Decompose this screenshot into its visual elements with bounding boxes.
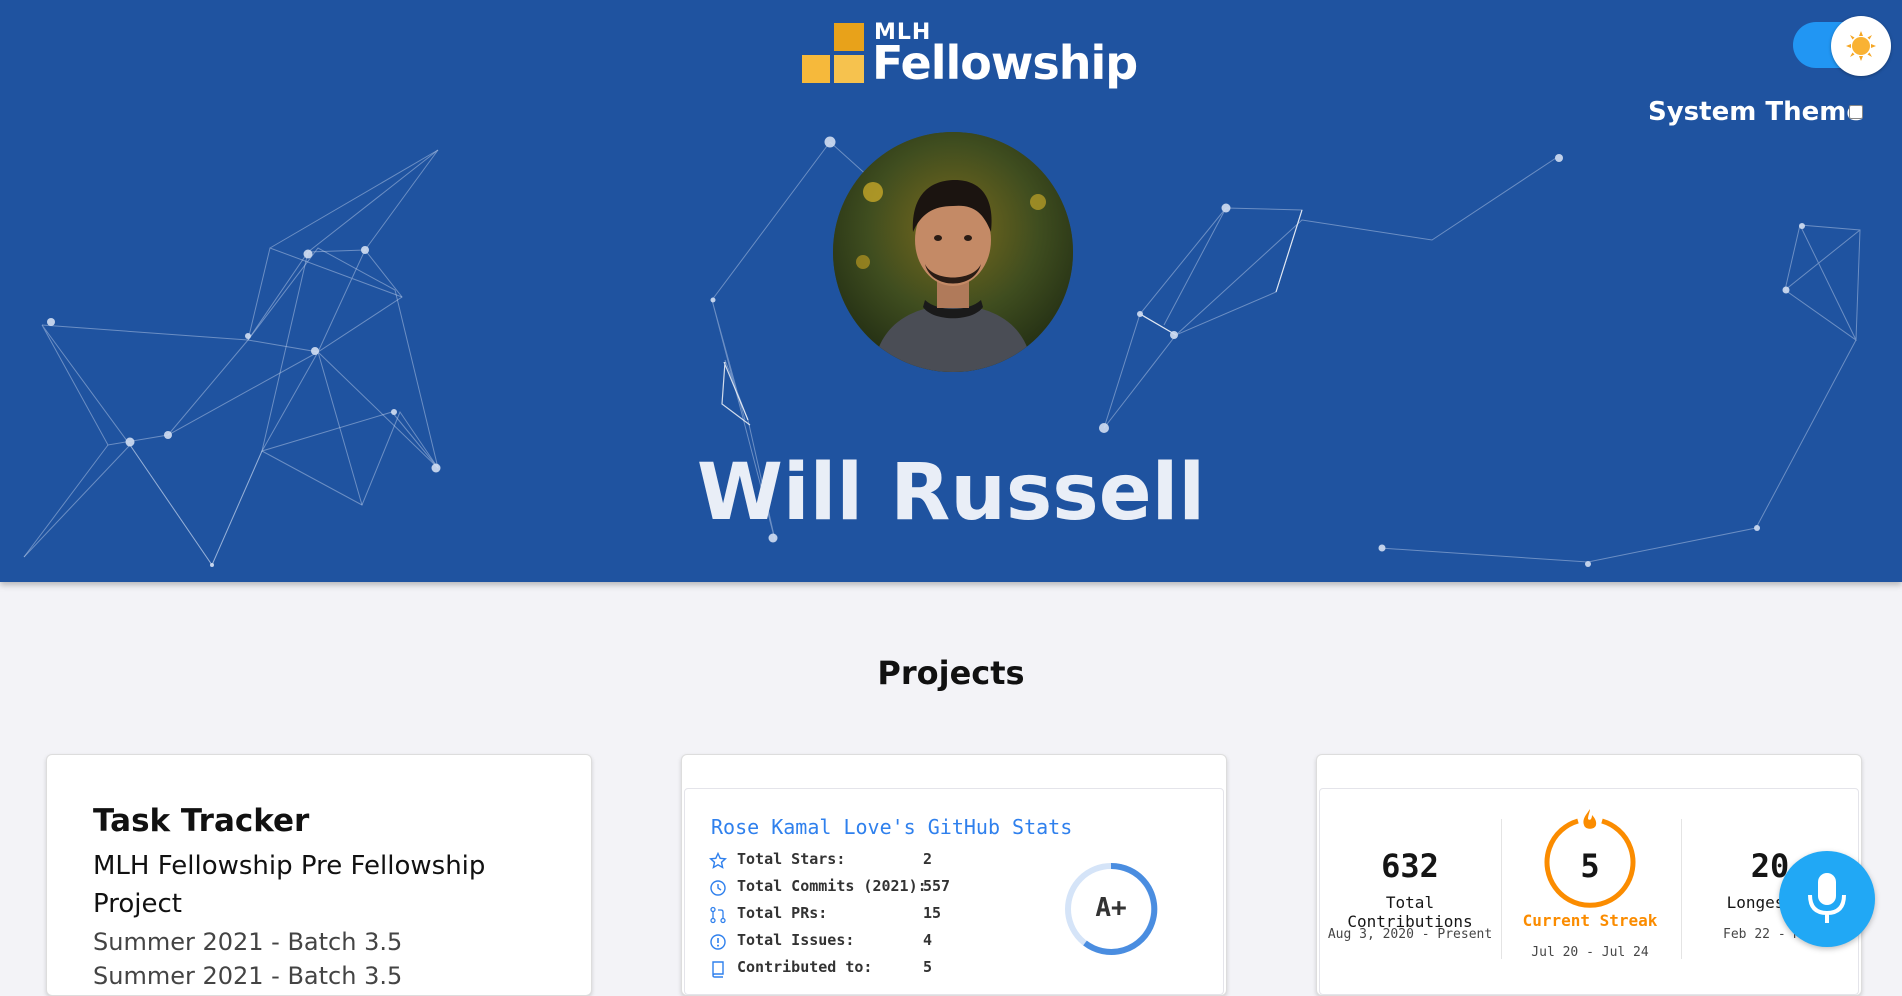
project-card-task-tracker[interactable]: Task Tracker MLH Fellowship Pre Fellowsh… (46, 754, 592, 996)
logo-fellowship-text: Fellowship (872, 36, 1138, 90)
stat-value: 15 (923, 904, 942, 922)
total-contributions-range: Aug 3, 2020 - Present (1327, 927, 1493, 942)
github-stats-card[interactable]: Rose Kamal Love's GitHub Stats Total Sta… (681, 754, 1227, 996)
sun-icon (1846, 31, 1876, 61)
system-theme-label: System Theme (1648, 97, 1864, 127)
voice-assistant-button[interactable] (1779, 851, 1875, 947)
stat-label: Total PRs: (737, 904, 828, 922)
stat-value: 5 (923, 958, 933, 976)
projects-heading: Projects (877, 654, 1025, 692)
star-icon (709, 852, 727, 869)
github-stats-title: Rose Kamal Love's GitHub Stats (711, 815, 1073, 839)
avatar (833, 132, 1073, 372)
column-divider (1501, 819, 1502, 959)
system-theme-checkbox[interactable] (1849, 105, 1863, 119)
stat-label: Total Commits (2021): (737, 877, 927, 895)
stat-value: 4 (923, 931, 933, 949)
mlh-fellowship-logo[interactable]: MLH Fellowship (802, 20, 1138, 92)
logo-blocks-icon (802, 23, 864, 85)
github-stats-panel: Rose Kamal Love's GitHub Stats Total Sta… (684, 788, 1224, 995)
current-streak-value: 5 (1580, 847, 1600, 885)
project-batch-line: Summer 2021 - Batch 3.5 (93, 962, 403, 990)
stat-value: 557 (923, 877, 951, 895)
stat-label: Contributed to: (737, 958, 873, 976)
project-batch: Summer 2021 - Batch 3.5 Summer 2021 - Ba… (93, 925, 402, 993)
profile-name: Will Russell (696, 448, 1206, 538)
project-batch-line: Summer 2021 - Batch 3.5 (93, 928, 403, 956)
streak-panel: 632 Total Contributions Aug 3, 2020 - Pr… (1319, 788, 1859, 995)
stat-label: Total Stars: (737, 850, 846, 868)
repo-icon (712, 961, 724, 978)
pull-request-icon (710, 906, 726, 924)
github-streak-card[interactable]: 632 Total Contributions Aug 3, 2020 - Pr… (1316, 754, 1862, 996)
issue-icon (710, 934, 726, 950)
project-subtitle: MLH Fellowship Pre Fellowship Project (93, 851, 486, 919)
project-title: Task Tracker (93, 803, 310, 839)
grade-value: A+ (1095, 893, 1127, 923)
stat-value: 2 (923, 850, 933, 868)
hero-banner: MLH Fellowship System Theme Will Russell (0, 0, 1902, 582)
microphone-icon (1808, 873, 1846, 923)
theme-toggle-knob[interactable] (1831, 16, 1891, 76)
stat-label: Total Issues: (737, 931, 855, 949)
total-contributions-value: 632 (1381, 847, 1439, 885)
current-streak-range: Jul 20 - Jul 24 (1531, 945, 1649, 960)
total-contributions-label: Total Contributions (1347, 893, 1473, 931)
current-streak-label: Current Streak (1522, 911, 1658, 930)
history-icon (710, 880, 726, 896)
